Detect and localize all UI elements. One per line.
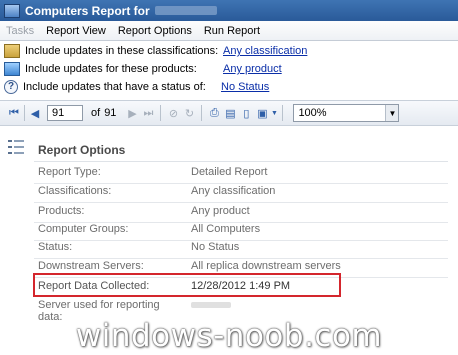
row-value: No Status: [191, 241, 240, 253]
row-key: Computer Groups:: [38, 223, 129, 235]
report-row-classifications: Classifications: Any classification: [34, 185, 448, 203]
filter-row-classifications: Include updates in these classifications…: [0, 42, 458, 60]
print-layout-icon[interactable]: ▤: [222, 105, 238, 121]
row-key: Report Type:: [38, 166, 101, 178]
row-key: Products:: [38, 205, 85, 217]
print-icon[interactable]: ⎙: [206, 105, 222, 121]
filter-label: Include updates for these products:: [25, 63, 197, 75]
report-filters: Include updates in these classifications…: [0, 42, 458, 96]
row-key: Downstream Servers:: [38, 260, 144, 272]
filter-row-status: ? Include updates that have a status of:…: [0, 78, 458, 96]
zoom-select[interactable]: 100% ▼: [293, 104, 400, 122]
row-key: Classifications:: [38, 185, 112, 197]
row-value: All replica downstream servers: [191, 260, 341, 272]
window-title: Computers Report for: [25, 3, 150, 18]
refresh-icon[interactable]: ↻: [181, 105, 197, 121]
menu-bar: Tasks Report View Report Options Run Rep…: [0, 21, 458, 41]
classification-link[interactable]: Any classification: [223, 45, 307, 57]
report-app-icon: [4, 3, 20, 18]
toolbar-separator: [160, 105, 162, 121]
report-row-type: Report Type: Detailed Report: [34, 166, 448, 184]
report-toolbar: ⏮ ◀ 91 of 91 ▶ ⏭ ⊘ ↻ ⎙ ▤ ▯ ▣ ▼ 100% ▼: [0, 100, 458, 126]
chevron-down-icon[interactable]: ▼: [385, 105, 399, 121]
filter-label: Include updates in these classifications…: [25, 45, 219, 57]
total-pages: 91: [104, 107, 117, 119]
section-title: Report Options: [38, 143, 126, 157]
previous-page-icon[interactable]: ◀: [27, 105, 43, 121]
zoom-value: 100%: [298, 107, 327, 119]
watermark: windows-noob.com: [75, 318, 383, 354]
menu-report-options[interactable]: Report Options: [112, 25, 198, 37]
product-link[interactable]: Any product: [223, 63, 282, 75]
row-key: Status:: [38, 241, 73, 253]
row-value: All Computers: [191, 223, 261, 235]
products-icon: [4, 62, 20, 76]
report-row-downstream-servers: Downstream Servers: All replica downstre…: [34, 260, 448, 278]
current-page-input[interactable]: 91: [47, 105, 83, 121]
report-row-products: Products: Any product: [34, 205, 448, 223]
row-divider: [34, 183, 448, 184]
status-link[interactable]: No Status: [221, 81, 269, 93]
report-row-status: Status: No Status: [34, 241, 448, 259]
first-page-icon[interactable]: ⏮: [6, 105, 22, 121]
help-icon: ?: [4, 80, 18, 94]
of-label: of: [91, 107, 101, 119]
report-row-computer-groups: Computer Groups: All Computers: [34, 223, 448, 241]
next-page-icon[interactable]: ▶: [124, 105, 140, 121]
row-divider: [34, 258, 448, 259]
toolbar-separator: [201, 105, 203, 121]
redacted-value: [191, 302, 231, 309]
export-dropdown-icon[interactable]: ▼: [270, 105, 278, 121]
highlight-box: [33, 273, 341, 297]
row-value: Detailed Report: [191, 166, 268, 178]
row-divider: [34, 202, 448, 203]
row-value: Any classification: [191, 185, 276, 197]
filter-row-products: Include updates for these products: Any …: [0, 60, 458, 78]
stop-icon[interactable]: ⊘: [165, 105, 181, 121]
title-bar: Computers Report for: [0, 0, 458, 21]
report-list-icon: [6, 136, 24, 162]
section-divider: [34, 161, 448, 162]
row-value: Any product: [191, 205, 250, 217]
toolbar-separator: [24, 105, 25, 121]
redacted-computer-name: [154, 6, 217, 15]
export-save-icon[interactable]: ▣: [254, 105, 270, 121]
filter-label: Include updates that have a status of:: [23, 81, 206, 93]
menu-report-view[interactable]: Report View: [40, 25, 112, 37]
toolbar-separator: [282, 105, 284, 121]
page-setup-icon[interactable]: ▯: [238, 105, 254, 121]
classifications-icon: [4, 44, 20, 58]
last-page-icon[interactable]: ⏭: [140, 105, 156, 121]
menu-tasks[interactable]: Tasks: [0, 25, 40, 37]
menu-run-report[interactable]: Run Report: [198, 25, 266, 37]
